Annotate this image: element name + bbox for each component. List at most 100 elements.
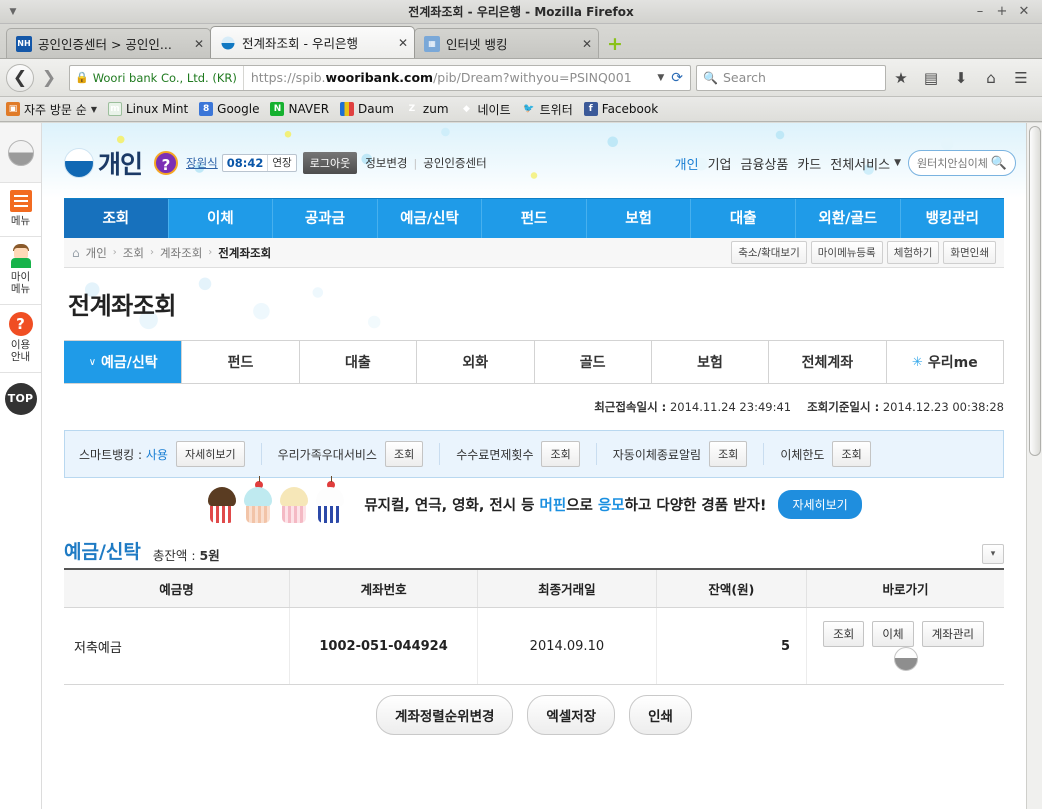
tab-deposit-trust[interactable]: ∨ 예금/신탁 — [64, 341, 182, 383]
tab-gold[interactable]: 골드 — [533, 341, 651, 383]
smart-banking-detail-button[interactable]: 자세히보기 — [175, 441, 245, 467]
breadcrumb-item-2[interactable]: 계좌조회 — [160, 245, 202, 261]
zoom-toggle-button[interactable]: 축소/확대보기 — [731, 241, 807, 264]
new-tab-button[interactable]: + — [602, 30, 628, 58]
nav-item-utility[interactable]: 공과금 — [273, 199, 378, 238]
bookmark-naver[interactable]: N NAVER — [270, 102, 329, 116]
tab-close-icon[interactable]: ✕ — [398, 36, 408, 50]
promo-banner[interactable]: 뮤지컬, 연극, 영화, 전시 등 머핀으로 응모하고 다양한 경품 받자! 자… — [64, 476, 1004, 530]
browser-tab-2[interactable]: ▦ 인터넷 뱅킹 ✕ — [414, 28, 599, 58]
fee-waiver-inquiry-button[interactable]: 조회 — [541, 441, 580, 467]
page-scrollbar[interactable] — [1026, 123, 1042, 809]
tab-woori-me[interactable]: ✳ 우리me — [885, 341, 1003, 383]
scroll-to-top-button[interactable]: TOP — [0, 373, 41, 425]
cell-account-number[interactable]: 1002-051-044924 — [289, 607, 479, 685]
top-nav-all-services[interactable]: 전체서비스 — [830, 154, 890, 173]
nav-item-inquiry[interactable]: 조회 — [64, 199, 169, 238]
excel-export-button[interactable]: 엑셀저장 — [527, 695, 616, 735]
download-icon[interactable]: ⬇ — [946, 63, 976, 93]
top-nav-personal[interactable]: 개인 — [675, 154, 699, 173]
nav-item-loan[interactable]: 대출 — [691, 199, 796, 238]
search-icon[interactable]: 🔍 — [991, 156, 1007, 171]
change-info-link[interactable]: 정보변경 — [365, 155, 407, 171]
url-bar[interactable]: 🔒 Woori bank Co., Ltd. (KR) https://spib… — [69, 64, 691, 91]
window-title: 전계좌조회 - 우리은행 - Mozilla Firefox — [408, 4, 634, 19]
sidebar-item-my-menu[interactable]: 마이 메뉴 — [0, 237, 41, 305]
sidebar-item-menu[interactable]: 메뉴 — [0, 183, 41, 237]
hamburger-menu-icon[interactable]: ☰ — [1006, 63, 1036, 93]
family-service-inquiry-button[interactable]: 조회 — [384, 441, 424, 467]
query-base-value: 2014.12.23 00:38:28 — [882, 400, 1004, 414]
nav-item-banking-mgmt[interactable]: 뱅킹관리 — [901, 199, 1005, 238]
top-nav-card[interactable]: 카드 — [797, 154, 821, 173]
tab-foreign-currency[interactable]: 외화 — [416, 341, 534, 383]
reload-icon[interactable]: ⟳ — [669, 70, 690, 86]
top-nav-products[interactable]: 금융상품 — [741, 154, 789, 173]
breadcrumb-item-0[interactable]: 개인 — [86, 245, 107, 261]
site-identity-box[interactable]: 🔒 Woori bank Co., Ltd. (KR) — [70, 65, 244, 90]
logout-button[interactable]: 로그아웃 — [302, 152, 358, 174]
extend-session-button[interactable]: 연장 — [267, 155, 295, 171]
forward-button[interactable]: ❯ — [34, 64, 64, 92]
print-button[interactable]: 인쇄 — [629, 695, 692, 735]
woori-icon-button[interactable] — [893, 647, 918, 671]
reader-icon[interactable]: ▤ — [916, 63, 946, 93]
bookmark-facebook[interactable]: f Facebook — [583, 102, 658, 116]
bookmark-twitter[interactable]: 🐦 트위터 — [522, 101, 573, 118]
chevron-down-icon[interactable]: ▾ — [982, 544, 1004, 564]
browser-tab-0[interactable]: NH 공인인증센터 > 공인인... ✕ — [6, 28, 211, 58]
autotransfer-alert-inquiry-button[interactable]: 조회 — [709, 441, 748, 467]
nav-item-transfer[interactable]: 이체 — [169, 199, 274, 238]
info-autotransfer-alert: 자동이체종료알림 조회 — [613, 441, 748, 467]
nav-item-insurance[interactable]: 보험 — [587, 199, 692, 238]
bookmark-google[interactable]: 8 Google — [199, 102, 259, 116]
top-nav-corporate[interactable]: 기업 — [708, 154, 732, 173]
site-brand[interactable]: 개인 — [64, 145, 143, 181]
sidebar-item-help[interactable]: ? 이용 안내 — [0, 305, 41, 373]
banner-detail-button[interactable]: 자세히보기 — [778, 489, 862, 519]
transfer-limit-inquiry-button[interactable]: 조회 — [832, 441, 871, 467]
home-icon[interactable]: ⌂ — [976, 63, 1006, 93]
tab-insurance[interactable]: 보험 — [650, 341, 769, 383]
tab-fund[interactable]: 펀드 — [181, 341, 299, 383]
minimize-button[interactable]: – — [969, 1, 991, 23]
cell-balance[interactable]: 5 — [656, 607, 808, 685]
tab-close-icon[interactable]: ✕ — [582, 37, 592, 51]
url-dropdown-caret-icon[interactable]: ▼ — [652, 73, 669, 83]
breadcrumb-item-1[interactable]: 조회 — [123, 245, 144, 261]
chevron-down-icon[interactable]: ▼ — [894, 158, 901, 168]
help-badge-icon[interactable]: ? — [154, 151, 179, 175]
row-account-management-button[interactable]: 계좌관리 — [921, 621, 985, 647]
woori-logo-icon — [64, 148, 94, 178]
reorder-accounts-button[interactable]: 계좌정렬순위변경 — [376, 695, 514, 735]
back-button[interactable]: ❮ — [6, 63, 34, 92]
tab-close-icon[interactable]: ✕ — [194, 37, 204, 51]
nav-item-deposit-trust[interactable]: 예금/신탁 — [378, 199, 483, 238]
try-demo-button[interactable]: 체험하기 — [886, 241, 940, 264]
scrollbar-thumb[interactable] — [1029, 126, 1041, 456]
print-screen-button[interactable]: 화면인쇄 — [943, 241, 996, 264]
user-name[interactable]: 장원식 — [186, 155, 218, 171]
nav-item-fund[interactable]: 펀드 — [482, 199, 587, 238]
browser-tab-1[interactable]: 전계좌조회 - 우리은행 ✕ — [210, 26, 415, 58]
bookmark-linux-mint[interactable]: m Linux Mint — [108, 102, 188, 116]
nav-item-fx-gold[interactable]: 외환/골드 — [796, 199, 901, 238]
header-search-box[interactable]: 원터치안심이체 🔍 — [908, 150, 1016, 176]
cert-center-link[interactable]: 공인인증센터 — [423, 155, 486, 171]
row-transfer-button[interactable]: 이체 — [872, 621, 914, 647]
register-my-menu-button[interactable]: 마이메뉴등록 — [810, 241, 883, 264]
url-text[interactable]: https://spib.wooribank.com/pib/Dream?wit… — [244, 70, 652, 85]
bookmark-daum[interactable]: Daum — [340, 102, 394, 116]
bookmark-star-icon[interactable]: ★ — [886, 63, 916, 93]
top-icon: TOP — [4, 382, 37, 415]
bookmark-most-visited[interactable]: ▣ 자주 방문 순 ▼ — [6, 101, 97, 118]
browser-search-bar[interactable]: 🔍 Search — [696, 64, 886, 91]
tab-all-accounts[interactable]: 전체계좌 — [768, 341, 886, 383]
row-inquiry-button[interactable]: 조회 — [823, 621, 865, 647]
bookmark-nate[interactable]: ◆ 네이트 — [460, 101, 511, 118]
home-icon[interactable]: ⌂ — [72, 246, 80, 260]
tab-loan[interactable]: 대출 — [298, 341, 417, 383]
bookmark-zum[interactable]: Z zum — [405, 102, 449, 116]
close-button[interactable]: ✕ — [1013, 1, 1035, 23]
maximize-button[interactable]: + — [991, 1, 1013, 23]
